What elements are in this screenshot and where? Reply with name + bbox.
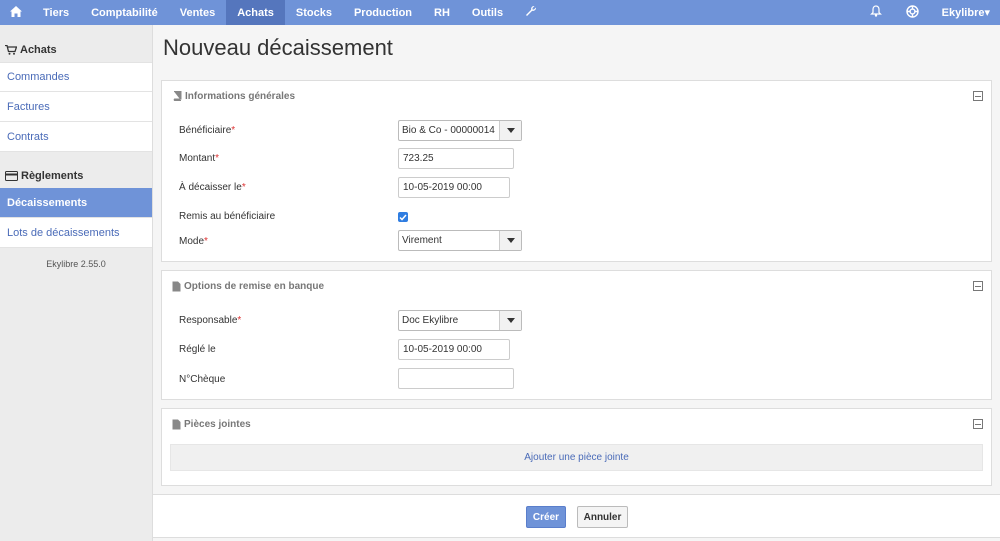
home-icon xyxy=(10,5,22,20)
credit-card-icon xyxy=(5,170,18,181)
mode-label: Mode* xyxy=(179,235,208,247)
wrench-icon xyxy=(525,5,537,20)
sidebar-section-label: Règlements xyxy=(21,169,84,182)
form-actions: Créer Annuler xyxy=(153,494,1000,538)
bank-options-panel: Options de remise en banque Responsable*… xyxy=(161,270,992,400)
collapse-button[interactable] xyxy=(973,281,983,291)
book-icon xyxy=(172,91,182,101)
sidebar-item-lots-decaissements[interactable]: Lots de décaissements xyxy=(0,218,152,248)
due-date-field[interactable]: 10-05-2019 00:00 xyxy=(398,177,510,198)
wrench-button[interactable] xyxy=(514,0,548,25)
add-attachment-link[interactable]: Ajouter une pièce jointe xyxy=(170,444,983,471)
bell-icon xyxy=(869,5,882,20)
sidebar-item-factures[interactable]: Factures xyxy=(0,92,152,122)
amount-label: Montant* xyxy=(179,152,220,164)
paid-date-label: Réglé le xyxy=(179,343,216,355)
document-icon xyxy=(172,419,181,430)
sidebar-item-commandes[interactable]: Commandes xyxy=(0,62,152,92)
nav-ventes[interactable]: Ventes xyxy=(169,0,226,25)
panel-header: Options de remise en banque xyxy=(162,271,991,301)
responsible-select[interactable]: Doc Ekylibre xyxy=(398,310,522,331)
panel-title: Pièces jointes xyxy=(184,418,251,430)
user-menu[interactable]: Ekylibre▾ xyxy=(931,0,1000,25)
nav-rh[interactable]: RH xyxy=(423,0,461,25)
cheque-row: N°Chèque xyxy=(179,369,399,389)
responsible-row: Responsable* xyxy=(179,310,399,330)
nav-comptabilite[interactable]: Comptabilité xyxy=(80,0,169,25)
responsible-label: Responsable* xyxy=(179,314,242,326)
cart-icon xyxy=(5,44,17,55)
delivered-checkbox[interactable] xyxy=(398,212,408,222)
app-version: Ekylibre 2.55.0 xyxy=(46,259,106,269)
create-button[interactable]: Créer xyxy=(526,506,566,528)
nav-achats[interactable]: Achats xyxy=(226,0,285,25)
chevron-down-icon xyxy=(499,121,521,140)
mode-row: Mode* xyxy=(179,231,399,251)
panel-header: Pièces jointes xyxy=(162,409,991,439)
sidebar-item-contrats[interactable]: Contrats xyxy=(0,122,152,152)
sidebar: Achats Commandes Factures Contrats Règle… xyxy=(0,25,153,541)
sidebar-section-achats: Achats xyxy=(0,37,152,62)
top-navbar: Tiers Comptabilité Ventes Achats Stocks … xyxy=(0,0,1000,25)
delivered-row: Remis au bénéficiaire xyxy=(179,206,399,226)
home-button[interactable] xyxy=(0,0,32,25)
panel-title: Informations générales xyxy=(185,90,296,102)
due-date-row: À décaisser le* xyxy=(179,177,399,197)
attachments-panel: Pièces jointes Ajouter une pièce jointe xyxy=(161,408,992,486)
nav-tiers[interactable]: Tiers xyxy=(32,0,80,25)
beneficiary-row: Bénéficiaire* xyxy=(179,120,399,140)
sidebar-section-reglements: Règlements xyxy=(0,163,152,188)
cancel-button[interactable]: Annuler xyxy=(577,506,628,528)
mode-select[interactable]: Virement xyxy=(398,230,522,251)
document-icon xyxy=(172,281,181,292)
page-title: Nouveau décaissement xyxy=(163,35,393,60)
due-date-label: À décaisser le* xyxy=(179,181,246,193)
panel-header: Informations générales xyxy=(162,81,991,111)
delivered-label: Remis au bénéficiaire xyxy=(179,210,276,222)
amount-field[interactable]: 723.25 xyxy=(398,148,514,169)
chevron-down-icon xyxy=(499,231,521,250)
nav-production[interactable]: Production xyxy=(343,0,423,25)
nav-outils[interactable]: Outils xyxy=(461,0,514,25)
cheque-number-field[interactable] xyxy=(398,368,514,389)
beneficiary-label: Bénéficiaire* xyxy=(179,124,236,136)
cheque-label: N°Chèque xyxy=(179,373,226,385)
paid-date-row: Réglé le xyxy=(179,339,399,359)
check-icon xyxy=(399,214,407,221)
nav-stocks[interactable]: Stocks xyxy=(285,0,343,25)
notifications-button[interactable] xyxy=(858,0,894,25)
beneficiary-select[interactable]: Bio & Co - 00000014 xyxy=(398,120,522,141)
collapse-button[interactable] xyxy=(973,91,983,101)
main-content: Nouveau décaissement Informations généra… xyxy=(153,25,1000,541)
general-info-panel: Informations générales Bénéficiaire* Bio… xyxy=(161,80,992,262)
chevron-down-icon xyxy=(499,311,521,330)
sidebar-section-label: Achats xyxy=(20,43,57,56)
paid-date-field[interactable]: 10-05-2019 00:00 xyxy=(398,339,510,360)
panel-title: Options de remise en banque xyxy=(184,280,325,292)
lifebuoy-icon xyxy=(905,4,919,21)
collapse-button[interactable] xyxy=(973,419,983,429)
sidebar-item-decaissements[interactable]: Décaissements xyxy=(0,188,152,218)
amount-row: Montant* xyxy=(179,148,399,168)
help-button[interactable] xyxy=(894,0,931,25)
